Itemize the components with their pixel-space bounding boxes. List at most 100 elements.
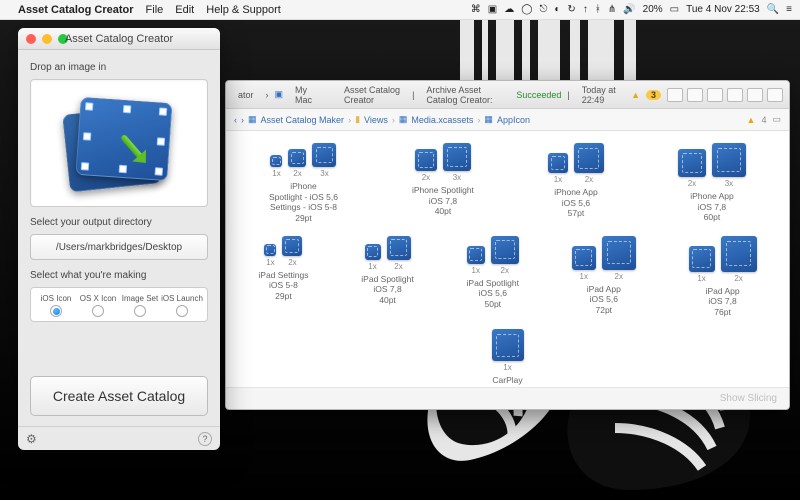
icon-slot[interactable]: 2x (574, 143, 604, 184)
icon-group-label: iPhone AppiOS 5,657pt (554, 187, 597, 219)
spotlight-icon[interactable]: 🔍 (767, 4, 779, 15)
breadcrumb[interactable]: AppIcon (497, 115, 530, 125)
warning-count[interactable]: 3 (646, 90, 661, 100)
menu-help[interactable]: Help & Support (206, 4, 281, 16)
editor-mode-assistant-icon[interactable] (687, 88, 703, 102)
icon-slot-group[interactable]: 1x2x3xiPhoneSpotlight - iOS 5,6Settings … (269, 143, 338, 224)
icon-slot[interactable]: 2x (282, 236, 302, 267)
menu-edit[interactable]: Edit (175, 4, 194, 16)
icon-slot[interactable]: 1x (467, 246, 485, 275)
status-icon[interactable]: ↑ (583, 4, 588, 15)
icon-slot[interactable]: 3x (712, 143, 746, 188)
xcode-toolbar: ator › ▣ My Mac Asset Catalog Creator | … (226, 81, 789, 109)
settings-gear-icon[interactable]: ⚙ (26, 432, 37, 446)
status-icon[interactable]: ☁ (504, 4, 514, 15)
output-path-button[interactable]: /Users/markbridges/Desktop (30, 234, 208, 260)
icon-slot[interactable]: 2x (288, 149, 306, 178)
jump-bar-menu-icon[interactable]: ▭ (772, 114, 781, 125)
nav-back-icon[interactable]: ‹ (234, 115, 237, 125)
asset-catalog-canvas[interactable]: 1x2x3xiPhoneSpotlight - iOS 5,6Settings … (226, 131, 789, 387)
radio-os-x-icon[interactable]: OS X Icon (77, 294, 119, 317)
icon-slot[interactable]: 1x (689, 246, 715, 283)
status-icon[interactable]: ◯ (521, 4, 532, 15)
icon-slot-group[interactable]: 1x2xiPad AppiOS 7,876pt (689, 236, 757, 318)
show-slicing-link[interactable]: Show Slicing (720, 393, 777, 404)
icon-slot[interactable]: 2x (491, 236, 519, 275)
icon-slot[interactable]: 2x (602, 236, 636, 281)
icon-scale: 1x (266, 258, 274, 267)
making-label: Select what you're making (30, 270, 208, 281)
icon-slot[interactable]: 2x (721, 236, 757, 283)
radio-image-set[interactable]: Image Set (119, 294, 161, 317)
status-icon[interactable]: ◐ (554, 4, 560, 15)
icon-slot[interactable]: 1x (270, 155, 282, 178)
icon-slot[interactable]: 2x (678, 149, 706, 188)
volume-icon[interactable]: 🔊 (623, 4, 635, 15)
editor-mode-standard-icon[interactable] (667, 88, 683, 102)
icon-slot[interactable]: 1x (264, 244, 276, 267)
panel-toggle-bottom-icon[interactable] (747, 88, 763, 102)
icon-group-label: CarPlayiOS 8120pt (492, 375, 522, 387)
zoom-icon[interactable] (58, 34, 68, 44)
help-icon[interactable]: ? (198, 432, 212, 446)
battery-icon[interactable]: ▭ (670, 4, 679, 15)
battery-pct[interactable]: 20% (643, 4, 663, 15)
icon-slot-group[interactable]: 1x2xiPad SpotlightiOS 7,840pt (361, 236, 413, 318)
icon-scale: 1x (503, 363, 511, 372)
icon-slot-group[interactable]: 2x3xiPhone AppiOS 7,860pt (678, 143, 746, 224)
icon-slot[interactable]: 1x (492, 329, 524, 372)
creator-titlebar[interactable]: Asset Catalog Creator (18, 28, 220, 50)
breadcrumb[interactable]: Media.xcassets (411, 115, 473, 125)
breadcrumb[interactable]: Views (364, 115, 388, 125)
panel-toggle-left-icon[interactable] (727, 88, 743, 102)
icon-scale: 2x (734, 274, 742, 283)
icon-scale: 2x (288, 258, 296, 267)
status-icon[interactable]: ⌘ (471, 4, 481, 15)
icon-slot-group[interactable]: 2x3xiPhone SpotlightiOS 7,840pt (412, 143, 474, 224)
icon-slot[interactable]: 2x (415, 149, 437, 182)
icon-slot[interactable]: 1x (548, 153, 568, 184)
icon-slot-group[interactable]: 1x2xiPad SpotlightiOS 5,650pt (467, 236, 519, 318)
breadcrumb[interactable]: Asset Catalog Maker (261, 115, 345, 125)
notification-center-icon[interactable]: ≡ (786, 4, 792, 15)
icon-slot-group[interactable]: 1x2xiPad SettingsiOS 5-829pt (258, 236, 308, 318)
warning-triangle-icon[interactable]: ▲ (631, 90, 640, 100)
jump-bar[interactable]: ‹ › ▦ Asset Catalog Maker › ▮ Views › ▦ … (226, 109, 789, 131)
menu-file[interactable]: File (146, 4, 164, 16)
status-icon[interactable]: ⎋ (539, 4, 547, 15)
menubar-app-name[interactable]: Asset Catalog Creator (18, 4, 134, 16)
icon-slot[interactable]: 2x (387, 236, 411, 271)
nav-forward-icon[interactable]: › (241, 115, 244, 125)
close-icon[interactable] (26, 34, 36, 44)
icon-slot-group[interactable]: 1x 2x iPhone AppiOS 5,657pt (548, 143, 604, 224)
create-catalog-button[interactable]: Create Asset Catalog (30, 376, 208, 416)
radio-ios-icon[interactable]: iOS Icon (35, 294, 77, 317)
bluetooth-icon[interactable]: ᚼ (595, 4, 601, 15)
radio-ios-launch[interactable]: iOS Launch (161, 294, 203, 317)
radio-label: iOS Icon (35, 294, 77, 303)
scheme[interactable]: ator (232, 88, 260, 102)
radio-label: OS X Icon (77, 294, 119, 303)
icon-scale: 2x (394, 262, 402, 271)
icon-scale: 2x (585, 175, 593, 184)
minimize-icon[interactable] (42, 34, 52, 44)
panel-toggle-right-icon[interactable] (767, 88, 783, 102)
image-drop-area[interactable] (30, 79, 208, 207)
nav-warning-count[interactable]: 4 (761, 115, 766, 125)
status-icon[interactable]: ▣ (488, 4, 497, 15)
run-destination[interactable]: My Mac (289, 83, 321, 107)
icon-thumb (712, 143, 746, 177)
editor-mode-version-icon[interactable] (707, 88, 723, 102)
creator-footer: ⚙ ? (18, 426, 220, 450)
warning-triangle-icon[interactable]: ▲ (747, 115, 756, 125)
status-icon[interactable]: ↻ (567, 4, 575, 15)
icon-slot[interactable]: 3x (443, 143, 471, 182)
icon-slot[interactable]: 3x (312, 143, 336, 178)
icon-slot[interactable]: 1x (572, 246, 596, 281)
clock[interactable]: Tue 4 Nov 22:53 (686, 4, 760, 15)
icon-slot-group[interactable]: 1x CarPlayiOS 8120pt (492, 329, 524, 387)
icon-slot-group[interactable]: 1x2xiPad AppiOS 5,672pt (572, 236, 636, 318)
wifi-icon[interactable]: ⋔ (608, 4, 616, 15)
icon-slot[interactable]: 1x (365, 244, 381, 271)
icon-scale: 1x (554, 175, 562, 184)
